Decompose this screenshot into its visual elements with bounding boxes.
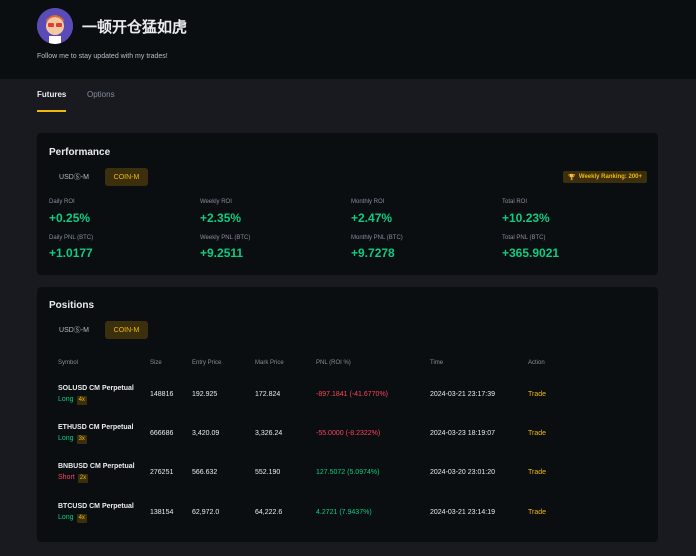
table-row: ETHUSD CM Perpetual Long 3x 666686 3,420.… xyxy=(37,424,658,464)
leverage-badge: 3x xyxy=(76,435,87,444)
position-mark-price: 3,326.24 xyxy=(255,430,283,437)
column-header-mark-price: Mark Price xyxy=(255,360,284,366)
position-size: 276251 xyxy=(150,469,174,476)
stat-label-total-pnl: Total PNL (BTC) xyxy=(502,235,546,241)
stat-value-daily-roi: +0.25% xyxy=(49,211,91,225)
stat-label-daily-roi: Daily ROI xyxy=(49,199,75,205)
performance-toggle-coinm[interactable]: COIN-M xyxy=(105,168,148,186)
table-row: BNBUSD CM Perpetual Short 2x 276251 566.6… xyxy=(37,463,658,503)
performance-title: Performance xyxy=(49,147,111,158)
position-size: 148816 xyxy=(150,391,174,398)
weekly-ranking-text: Weekly Ranking: 200+ xyxy=(578,174,642,180)
positions-toggle-usdm[interactable]: USDⓈ-M xyxy=(49,321,99,339)
position-symbol: ETHUSD CM Perpetual xyxy=(58,424,134,431)
column-header-action: Action xyxy=(528,360,545,366)
trophy-icon: 🏆 xyxy=(568,174,576,181)
position-time: 2024-03-20 23:01:20 xyxy=(430,469,495,476)
position-size: 138154 xyxy=(150,509,174,516)
stat-label-weekly-pnl: Weekly PNL (BTC) xyxy=(200,235,251,241)
stat-label-monthly-roi: Monthly ROI xyxy=(351,199,385,205)
stat-label-total-roi: Total ROI xyxy=(502,199,528,205)
positions-title: Positions xyxy=(49,300,95,311)
username: 一顿开仓猛如虎 xyxy=(82,19,188,36)
position-entry-price: 192.925 xyxy=(192,391,218,398)
position-pnl: -897.1841 (-41.6770%) xyxy=(316,391,388,398)
positions-toggle-coinm[interactable]: COIN-M xyxy=(105,321,148,339)
trade-button[interactable]: Trade xyxy=(528,469,546,476)
table-row: SOLUSD CM Perpetual Long 4x 148816 192.92… xyxy=(37,385,658,425)
tab-futures[interactable]: Futures xyxy=(37,90,66,99)
avatar-image xyxy=(37,8,73,44)
position-symbol: BNBUSD CM Perpetual xyxy=(58,463,135,470)
position-time: 2024-03-21 23:17:39 xyxy=(430,391,495,398)
trade-button[interactable]: Trade xyxy=(528,391,546,398)
active-tab-indicator xyxy=(37,110,66,112)
stat-label-weekly-roi: Weekly ROI xyxy=(200,199,232,205)
stat-value-weekly-roi: +2.35% xyxy=(200,211,242,225)
position-symbol: BTCUSD CM Perpetual xyxy=(58,503,134,510)
position-time: 2024-03-21 23:14:19 xyxy=(430,509,495,516)
bio: Follow me to stay updated with my trades… xyxy=(37,53,168,60)
position-mark-price: 552.190 xyxy=(255,469,281,476)
position-symbol: SOLUSD CM Perpetual xyxy=(58,385,134,392)
leverage-badge: 4x xyxy=(76,514,87,523)
leverage-badge: 2x xyxy=(77,474,89,483)
leverage-badge: 4x xyxy=(76,396,87,405)
performance-toggle-usdm[interactable]: USDⓈ-M xyxy=(49,168,99,186)
position-pnl: -55.0000 (-8.2322%) xyxy=(316,430,381,437)
stat-value-daily-pnl: +1.0177 xyxy=(49,246,93,260)
weekly-ranking-badge: 🏆 Weekly Ranking: 200+ xyxy=(563,171,647,183)
table-row: BTCUSD CM Perpetual Long 4x 138154 62,972… xyxy=(37,503,658,543)
avatar[interactable] xyxy=(37,8,73,44)
position-pnl: 127.5072 (5.0974%) xyxy=(316,469,380,476)
stat-value-monthly-roi: +2.47% xyxy=(351,211,393,225)
positions-card: Positions USDⓈ-M COIN-M Symbol Size Entr… xyxy=(37,287,658,542)
column-header-entry-price: Entry Price xyxy=(192,360,222,366)
stat-label-daily-pnl: Daily PNL (BTC) xyxy=(49,235,94,241)
position-mark-price: 172.824 xyxy=(255,391,281,398)
column-header-symbol: Symbol xyxy=(58,360,79,366)
trade-button[interactable]: Trade xyxy=(528,509,546,516)
stat-label-monthly-pnl: Monthly PNL (BTC) xyxy=(351,235,403,241)
position-entry-price: 62,972.0 xyxy=(192,509,220,516)
position-entry-price: 3,420.09 xyxy=(192,430,220,437)
column-header-size: Size xyxy=(150,360,162,366)
position-size: 666686 xyxy=(150,430,174,437)
position-time: 2024-03-23 18:19:07 xyxy=(430,430,495,437)
performance-card: Performance USDⓈ-M COIN-M 🏆 Weekly Ranki… xyxy=(37,133,658,275)
profile-header: 一顿开仓猛如虎 Follow me to stay updated with m… xyxy=(0,0,696,79)
position-side: Long 3x xyxy=(58,435,87,444)
position-side: Long 4x xyxy=(58,514,87,523)
position-mark-price: 64,222.6 xyxy=(255,509,283,516)
position-entry-price: 566.632 xyxy=(192,469,218,476)
stat-value-total-roi: +10.23% xyxy=(502,211,550,225)
stat-value-weekly-pnl: +9.2511 xyxy=(200,246,244,260)
stat-value-total-pnl: +365.9021 xyxy=(502,246,560,260)
position-side: Long 4x xyxy=(58,396,87,405)
position-pnl: 4.2721 (7.9437%) xyxy=(316,509,372,516)
stat-value-monthly-pnl: +9.7278 xyxy=(351,246,395,260)
trade-button[interactable]: Trade xyxy=(528,430,546,437)
column-header-time: Time xyxy=(430,360,444,366)
column-header-pnl: PNL (ROI %) xyxy=(316,360,351,366)
tab-options[interactable]: Options xyxy=(87,90,115,99)
position-side: Short 2x xyxy=(58,474,89,483)
